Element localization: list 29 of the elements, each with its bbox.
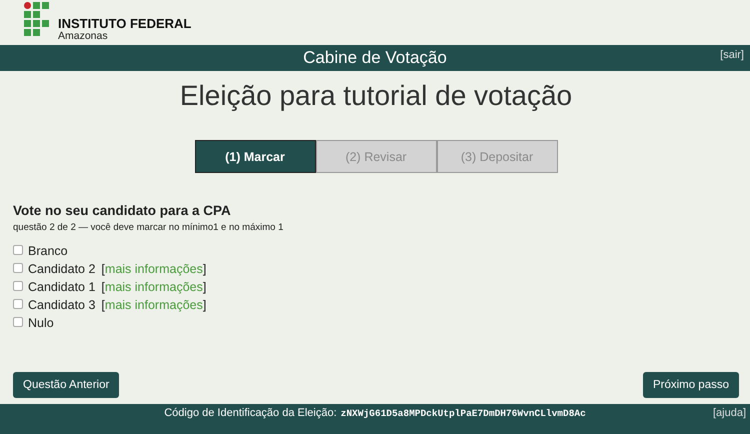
step-tab[interactable]: (1) Marcar bbox=[194, 140, 316, 173]
bracket: [ bbox=[101, 280, 105, 294]
question-title: Vote no seu candidato para a CPA bbox=[13, 203, 232, 218]
institution-campus: Amazonas bbox=[58, 30, 109, 42]
option-label: Candidato 1 bbox=[28, 280, 96, 294]
next-step-button[interactable]: Próximo passo bbox=[642, 372, 739, 398]
institution-name: INSTITUTO FEDERAL bbox=[58, 17, 192, 31]
option-label: Nulo bbox=[28, 316, 54, 330]
booth-title: Cabine de Votação bbox=[303, 48, 447, 68]
checkbox[interactable] bbox=[13, 316, 23, 326]
option-label: Branco bbox=[28, 244, 68, 258]
election-id-label: Código de Identificação da Eleição: bbox=[164, 407, 337, 419]
option-label: Candidato 3 bbox=[28, 298, 96, 312]
logout-link[interactable]: [sair] bbox=[720, 49, 744, 61]
election-id-code: zNXWjG61D5a8MPDckUtplPaE7DmDH76WvnCLlvmD8Ac bbox=[340, 408, 586, 419]
option-label: Candidato 2 bbox=[28, 262, 96, 276]
help-link[interactable]: [ajuda] bbox=[712, 407, 746, 419]
bracket: ] bbox=[202, 280, 206, 294]
bracket: [ bbox=[101, 262, 105, 276]
bracket: [ bbox=[101, 298, 105, 312]
previous-question-button[interactable]: Questão Anterior bbox=[13, 372, 120, 398]
election-title: Eleição para tutorial de votação bbox=[178, 80, 574, 113]
checkbox[interactable] bbox=[13, 298, 23, 308]
bracket: ] bbox=[202, 298, 206, 312]
question-hint: questão 2 de 2 — você deve marcar no mínimo1 e no máximo 1 bbox=[13, 222, 284, 233]
checkbox[interactable] bbox=[13, 244, 23, 254]
bracket: ] bbox=[202, 262, 206, 276]
checkbox[interactable] bbox=[13, 262, 23, 272]
checkbox[interactable] bbox=[13, 280, 23, 290]
